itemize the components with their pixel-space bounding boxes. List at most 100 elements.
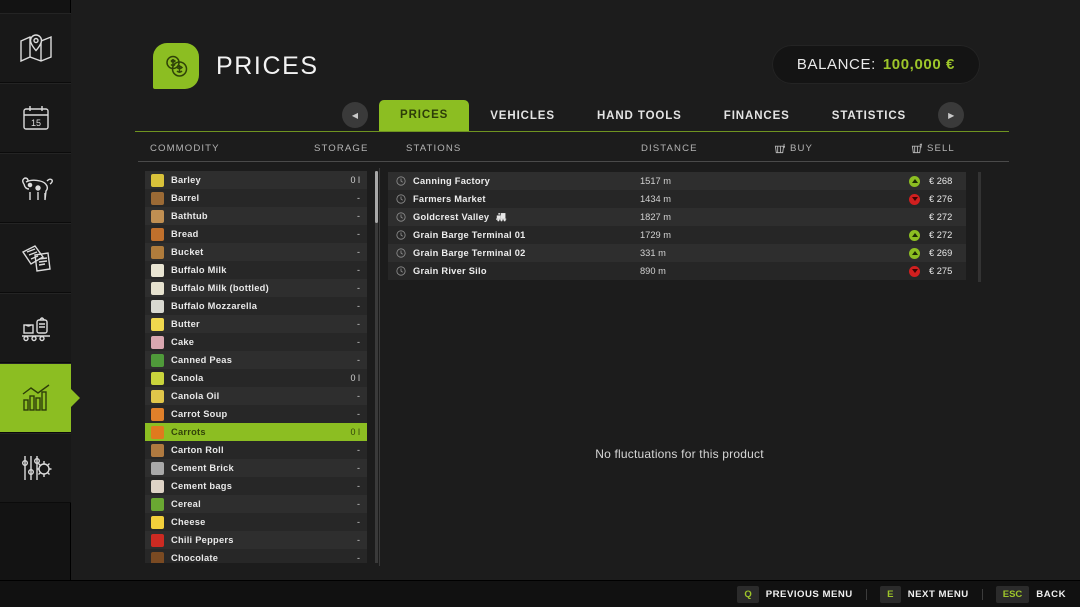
station-name: Grain River Silo bbox=[413, 266, 487, 276]
sidebar-item-settings[interactable] bbox=[0, 433, 71, 503]
commodity-list-scrollbar[interactable] bbox=[375, 171, 378, 563]
tab-prices[interactable]: PRICES bbox=[379, 100, 470, 131]
hint-label-back: BACK bbox=[1036, 588, 1066, 600]
commodity-icon bbox=[151, 335, 164, 349]
station-name: Farmers Market bbox=[413, 194, 486, 204]
tab-statistics[interactable]: STATISTICS bbox=[811, 102, 927, 131]
commodity-row[interactable]: Chili Peppers - bbox=[145, 531, 367, 549]
commodity-row[interactable]: Canola 0 l bbox=[145, 369, 367, 387]
commodity-name: Chocolate bbox=[171, 553, 219, 563]
commodity-icon bbox=[151, 407, 164, 421]
sidebar-item-production[interactable] bbox=[0, 293, 71, 363]
commodity-row[interactable]: Canola Oil - bbox=[145, 387, 367, 405]
sidebar-item-prices[interactable] bbox=[0, 363, 71, 433]
commodity-icon bbox=[151, 533, 164, 547]
commodity-storage-value: - bbox=[357, 193, 360, 203]
sidebar-item-contracts[interactable] bbox=[0, 223, 71, 293]
commodity-storage-value: - bbox=[357, 517, 360, 527]
station-distance: 1827 m bbox=[640, 212, 672, 222]
commodity-row[interactable]: Buffalo Milk - bbox=[145, 261, 367, 279]
commodity-icon bbox=[151, 317, 164, 331]
commodity-name: Buffalo Milk bbox=[171, 265, 227, 275]
station-row[interactable]: Grain Barge Terminal 01 1729 m € 272 bbox=[388, 226, 966, 244]
station-sell-price: € 268 bbox=[929, 176, 953, 186]
station-status-icon bbox=[396, 266, 406, 276]
stations-scrollbar[interactable] bbox=[978, 172, 981, 282]
commodity-name: Chili Peppers bbox=[171, 535, 234, 545]
commodity-row[interactable]: Carrot Soup - bbox=[145, 405, 367, 423]
commodity-row[interactable]: Canned Peas - bbox=[145, 351, 367, 369]
price-trend-up-icon bbox=[909, 247, 920, 259]
sidebar-item-calendar[interactable]: 15 bbox=[0, 83, 71, 153]
commodity-row[interactable]: Bathtub - bbox=[145, 207, 367, 225]
station-sell-price: € 272 bbox=[929, 230, 953, 240]
tab-next-arrow-button[interactable]: ▶ bbox=[938, 102, 965, 128]
hint-separator bbox=[981, 588, 983, 600]
sidebar-item-animals[interactable] bbox=[0, 153, 71, 223]
commodity-name: Cake bbox=[171, 337, 195, 347]
tab-hand-tools[interactable]: HAND TOOLS bbox=[576, 102, 703, 131]
station-name: Canning Factory bbox=[413, 176, 491, 186]
commodity-icon bbox=[151, 443, 164, 457]
commodity-storage-value: - bbox=[357, 481, 360, 491]
sidebar-item-map[interactable] bbox=[0, 13, 71, 83]
column-header-distance: DISTANCE bbox=[641, 143, 698, 154]
commodity-list[interactable]: Barley 0 l Barrel - Bathtub - Bread - Bucket - Buf… bbox=[145, 171, 367, 563]
column-header-stations: STATIONS bbox=[406, 143, 462, 154]
tab-finances[interactable]: FINANCES bbox=[703, 102, 811, 131]
station-name: Goldcrest Valley bbox=[413, 212, 490, 222]
tab-prev-arrow-button[interactable]: ◀ bbox=[342, 102, 368, 128]
hint-label-previous-menu: PREVIOUS MENU bbox=[765, 588, 853, 600]
balance-display: BALANCE: 100,000 € bbox=[771, 45, 980, 84]
commodity-name: Carrot Soup bbox=[171, 409, 228, 419]
svg-text:15: 15 bbox=[30, 118, 40, 128]
commodity-row[interactable]: Cereal - bbox=[145, 495, 367, 513]
hint-back[interactable]: ESC BACK bbox=[995, 585, 1066, 603]
commodity-storage-value: 0 l bbox=[350, 175, 360, 185]
commodity-row[interactable]: Butter - bbox=[145, 315, 367, 333]
station-name: Grain Barge Terminal 02 bbox=[413, 248, 526, 258]
commodity-row[interactable]: Buffalo Milk (bottled) - bbox=[145, 279, 367, 297]
tab-underline bbox=[135, 131, 1009, 132]
tab-bar: ◀ PRICES VEHICLES HAND TOOLS FINANCES ST… bbox=[71, 96, 1080, 136]
stations-table[interactable]: Canning Factory 1517 m € 268 Farmers Market… bbox=[388, 172, 966, 280]
station-row[interactable]: Farmers Market 1434 m € 276 bbox=[388, 190, 966, 208]
cow-icon bbox=[18, 174, 54, 202]
tab-vehicles[interactable]: VEHICLES bbox=[469, 102, 576, 131]
commodity-row[interactable]: Chocolate - bbox=[145, 549, 367, 563]
commodity-row[interactable]: Cement Brick - bbox=[145, 459, 367, 477]
commodity-name: Canola Oil bbox=[171, 391, 220, 401]
hint-previous-menu[interactable]: Q PREVIOUS MENU bbox=[737, 585, 853, 603]
station-distance: 331 m bbox=[640, 248, 666, 258]
station-row[interactable]: Canning Factory 1517 m € 268 bbox=[388, 172, 966, 190]
station-row[interactable]: Grain Barge Terminal 02 331 m € 269 bbox=[388, 244, 966, 262]
station-row[interactable]: Goldcrest Valley 1827 m € 272 bbox=[388, 208, 966, 226]
commodity-icon bbox=[151, 479, 164, 493]
commodity-row[interactable]: Bread - bbox=[145, 225, 367, 243]
map-pin-icon bbox=[19, 33, 53, 63]
hint-next-menu[interactable]: E NEXT MENU bbox=[879, 585, 969, 603]
station-sell-price: € 269 bbox=[929, 248, 953, 258]
commodity-list-scroll-thumb[interactable] bbox=[375, 171, 378, 223]
commodity-row[interactable]: Bucket - bbox=[145, 243, 367, 261]
header-divider bbox=[138, 161, 1009, 162]
commodity-row[interactable]: Buffalo Mozzarella - bbox=[145, 297, 367, 315]
prices-menu-screen: 15 PRICES BALANCE: 100,000 € ◀ PRICES VE… bbox=[0, 0, 1080, 607]
commodity-row[interactable]: Cake - bbox=[145, 333, 367, 351]
station-row[interactable]: Grain River Silo 890 m € 275 bbox=[388, 262, 966, 280]
price-trend-down-icon bbox=[909, 193, 920, 205]
commodity-row[interactable]: Barrel - bbox=[145, 189, 367, 207]
page-title: PRICES bbox=[216, 51, 319, 80]
documents-icon bbox=[19, 243, 53, 273]
commodity-storage-value: - bbox=[357, 337, 360, 347]
commodity-row[interactable]: Carrots 0 l bbox=[145, 423, 367, 441]
commodity-row[interactable]: Carton Roll - bbox=[145, 441, 367, 459]
commodity-row[interactable]: Barley 0 l bbox=[145, 171, 367, 189]
commodity-icon bbox=[151, 497, 164, 511]
bottom-hint-bar: Q PREVIOUS MENU E NEXT MENU ESC BACK bbox=[0, 580, 1080, 607]
commodity-row[interactable]: Cement bags - bbox=[145, 477, 367, 495]
calendar-icon: 15 bbox=[20, 103, 52, 133]
commodity-row[interactable]: Cheese - bbox=[145, 513, 367, 531]
commodity-icon bbox=[151, 191, 164, 205]
basket-up-icon bbox=[911, 143, 923, 157]
